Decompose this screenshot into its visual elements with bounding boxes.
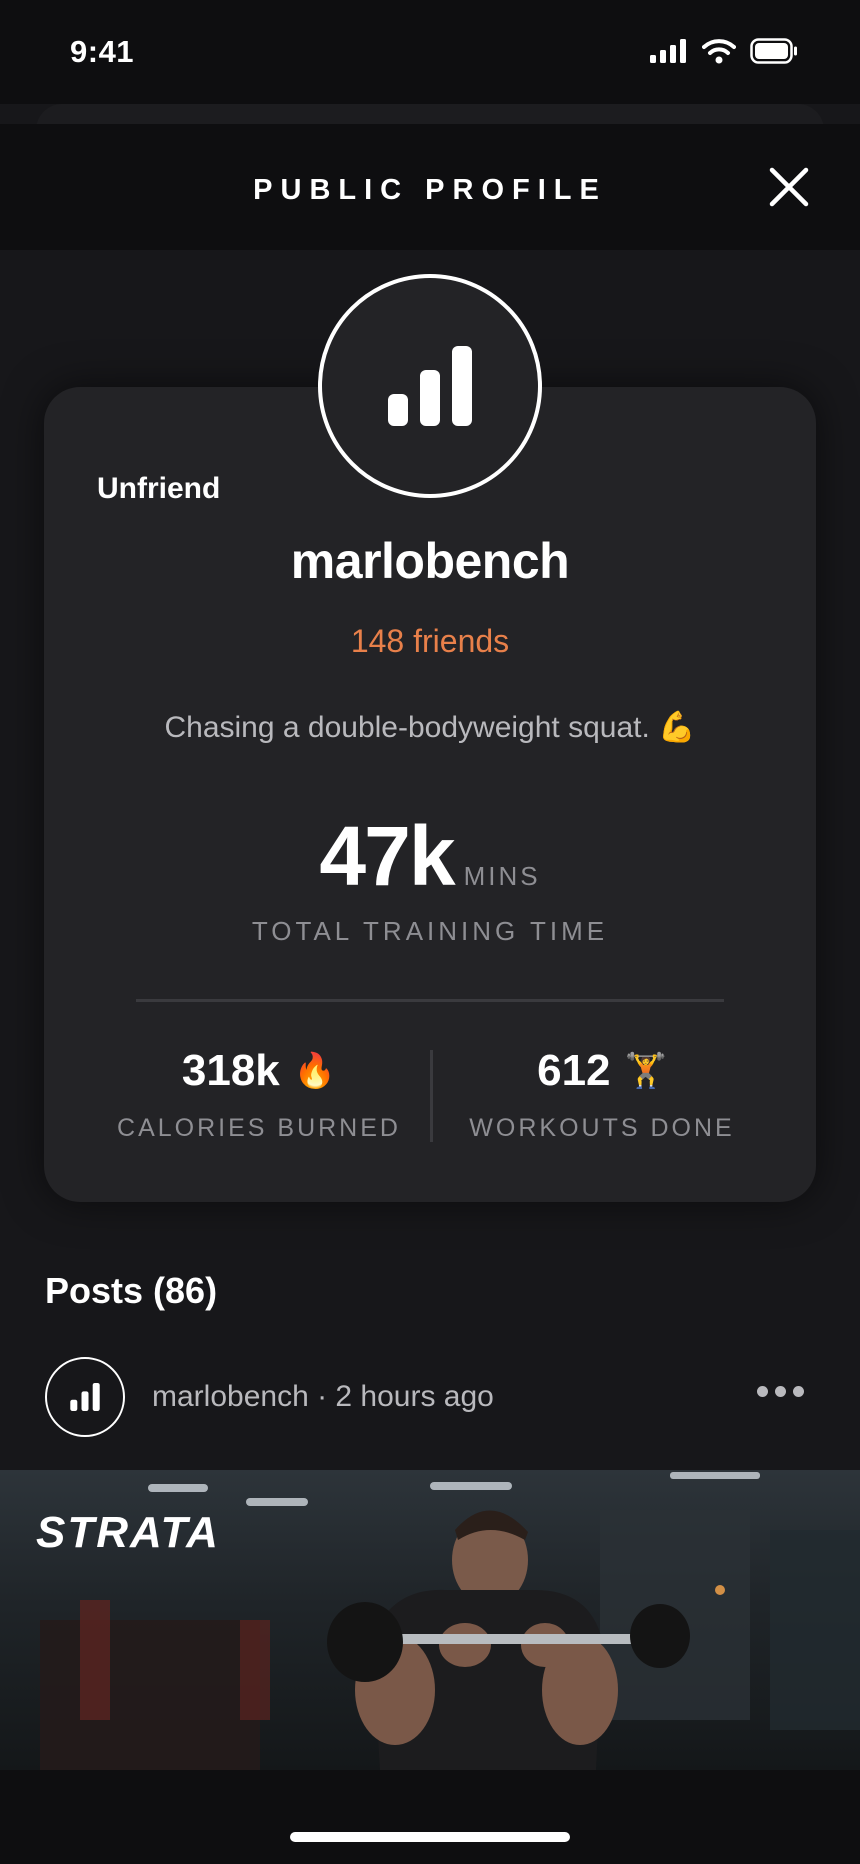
close-button[interactable]: [768, 166, 810, 208]
more-options-button[interactable]: [757, 1386, 804, 1397]
header: PUBLIC PROFILE: [0, 124, 860, 250]
total-training-stat: 47k MINS: [0, 808, 860, 905]
brand-watermark: STRATA: [36, 1508, 220, 1557]
username: marlobench: [290, 533, 570, 589]
workouts-label: WORKOUTS DONE: [469, 1114, 735, 1142]
total-training-value: 47k: [319, 809, 455, 903]
post-meta: marlobench · 2 hours ago: [152, 1380, 494, 1413]
battery-icon: [750, 38, 797, 64]
workouts-value: 612: [537, 1046, 611, 1095]
avatar: [318, 274, 542, 498]
status-bar: 9:41: [0, 0, 860, 104]
home-indicator[interactable]: [290, 1832, 570, 1842]
status-icons: [650, 38, 798, 64]
bio: Chasing a double-bodyweight squat. 💪: [164, 711, 696, 744]
posts-heading: Posts (86): [45, 1270, 218, 1311]
bar-chart-icon: [388, 346, 472, 426]
post-image[interactable]: STRATA: [0, 1470, 860, 1770]
weightlifter-icon: 🏋️: [624, 1052, 667, 1090]
bar-chart-icon: [70, 1383, 100, 1411]
close-icon: [769, 167, 809, 207]
calories-stat: 318k 🔥 CALORIES BURNED: [104, 1046, 414, 1143]
unfriend-button[interactable]: Unfriend: [97, 472, 220, 506]
total-training-label: TOTAL TRAINING TIME: [251, 916, 609, 946]
signal-icon: [650, 39, 686, 63]
page-title: PUBLIC PROFILE: [253, 174, 607, 206]
stat-separator: [430, 1050, 433, 1142]
home-bar: [0, 1770, 860, 1864]
calories-label: CALORIES BURNED: [117, 1114, 401, 1142]
more-horizontal-icon: [757, 1386, 768, 1397]
post-author-avatar[interactable]: [45, 1357, 125, 1437]
total-training-unit: MINS: [463, 861, 541, 891]
workouts-stat: 612 🏋️ WORKOUTS DONE: [447, 1046, 757, 1143]
calories-value: 318k: [181, 1046, 280, 1095]
wifi-icon: [702, 39, 736, 64]
divider: [136, 999, 724, 1002]
status-time: 9:41: [70, 34, 135, 69]
fire-icon: 🔥: [293, 1052, 337, 1090]
profile-screen: 9:41 PUBLIC PROFILE Unfriend marlobench …: [0, 0, 860, 1864]
friends-count-link[interactable]: 148 friends: [0, 623, 860, 660]
